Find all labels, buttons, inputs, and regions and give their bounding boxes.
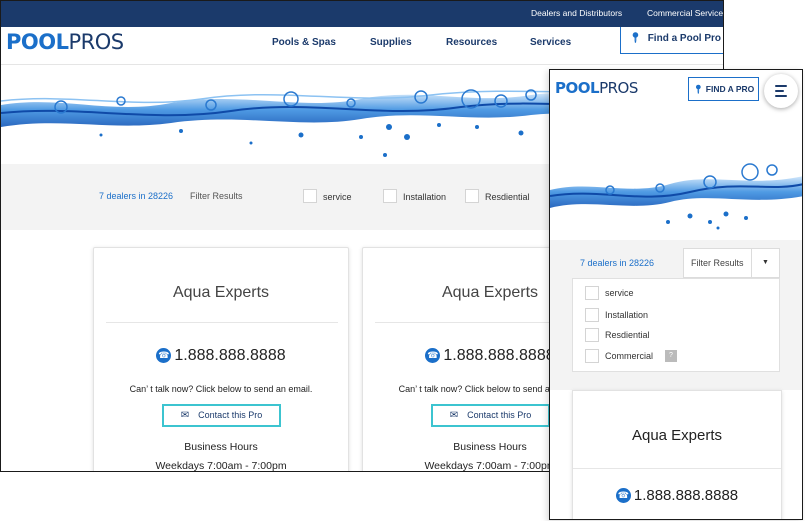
cant-talk-text: Can’ t talk now? Click below to send an …	[129, 384, 313, 394]
filter-commercial-label: Commercial	[605, 351, 654, 361]
nav-pools-spas[interactable]: Pools & Spas	[272, 37, 336, 48]
dealer-phone[interactable]: ☎︎ 1.888.888.8888	[94, 347, 348, 365]
card-divider	[573, 468, 781, 469]
contact-pro-label: Contact this Pro	[198, 410, 263, 420]
filter-results-dropdown[interactable]: Filter Results ▼	[683, 248, 780, 278]
filter-service-label: service	[323, 192, 352, 202]
filter-results-label: Filter Results	[190, 191, 243, 201]
dealers-distributors-link[interactable]: Dealers and Distributors	[531, 8, 622, 18]
main-navigation: POOLPROS Pools & Spas Supplies Resources…	[1, 27, 723, 65]
phone-icon: ☎︎	[615, 488, 631, 503]
filter-commercial-checkbox[interactable]	[585, 349, 599, 363]
contact-pro-label: Contact this Pro	[467, 410, 532, 420]
envelope-icon: ✉︎	[180, 410, 190, 421]
filter-results-label: Filter Results	[691, 258, 744, 268]
envelope-icon: ✉︎	[449, 410, 459, 421]
find-pool-pro-button[interactable]: 📍︎ Find a Pool Pro	[620, 27, 723, 54]
mobile-view: POOLPROS 📍︎ FIND A PRO 7 dealers in 2822…	[549, 69, 803, 520]
mobile-dealers-count: 7 dealers in 28226	[580, 258, 655, 268]
mobile-logo[interactable]: POOLPROS	[555, 79, 638, 97]
filter-residential-checkbox[interactable]	[585, 328, 599, 342]
map-pin-icon: 📍︎	[629, 33, 642, 44]
contact-pro-button[interactable]: ✉︎ Contact this Pro	[431, 404, 550, 427]
filter-service-checkbox[interactable]	[585, 286, 599, 300]
logo-pros: PROS	[68, 30, 124, 54]
mobile-dealer-card: Aqua Experts ☎︎ 1.888.888.8888	[572, 390, 782, 519]
dealer-phone-number: 1.888.888.8888	[443, 347, 555, 364]
dealer-phone-number: 1.888.888.8888	[174, 347, 286, 364]
filter-residential-label: Resdiential	[485, 192, 530, 202]
nav-services[interactable]: Services	[530, 37, 571, 48]
nav-resources[interactable]: Resources	[446, 37, 497, 48]
contact-pro-button[interactable]: ✉︎ Contact this Pro	[162, 404, 281, 427]
filter-service-label: service	[605, 288, 634, 298]
logo-pros: PROS	[599, 79, 638, 97]
logo[interactable]: POOLPROS	[6, 30, 124, 54]
dealer-card: Aqua Experts ☎︎ 1.888.888.8888 Can’ t tal…	[93, 247, 349, 472]
card-divider	[106, 322, 338, 323]
find-pool-pro-label: Find a Pool Pro	[647, 33, 722, 44]
filter-installation-label: Installation	[605, 310, 649, 320]
mobile-find-pro-label: FIND A PRO	[705, 84, 755, 94]
dealer-phone-number: 1.888.888.8888	[633, 487, 739, 504]
utility-bar: Dealers and Distributors Commercial Serv…	[1, 1, 723, 27]
hamburger-menu-icon[interactable]	[764, 74, 798, 108]
business-hours-weekdays: Weekdays 7:00am - 7:00pm	[155, 460, 287, 472]
filter-options-list: service Installation Resdiential Commerc…	[572, 278, 780, 372]
filter-residential-label: Resdiential	[605, 330, 650, 340]
commercial-service-link[interactable]: Commercial Service	[647, 8, 723, 18]
nav-supplies[interactable]: Supplies	[370, 37, 412, 48]
filter-residential-checkbox[interactable]	[465, 189, 479, 203]
help-badge[interactable]: ?	[665, 350, 677, 362]
mobile-header: POOLPROS 📍︎ FIND A PRO	[550, 70, 802, 112]
mobile-filter-panel: 7 dealers in 28226 Filter Results ▼ serv…	[550, 240, 802, 390]
mobile-find-pro-button[interactable]: 📍︎ FIND A PRO	[688, 77, 759, 101]
dealer-phone[interactable]: ☎︎ 1.888.888.8888	[573, 487, 781, 504]
logo-pool: POOL	[6, 30, 69, 54]
filter-installation-checkbox[interactable]	[585, 308, 599, 322]
map-pin-icon: 📍︎	[693, 84, 704, 94]
filter-installation-label: Installation	[403, 192, 447, 202]
dealers-count: 7 dealers in 28226	[99, 191, 174, 201]
caret-down-icon: ▼	[751, 249, 779, 277]
filter-installation-checkbox[interactable]	[383, 189, 397, 203]
water-wave-graphic	[550, 130, 802, 240]
phone-icon: ☎︎	[156, 348, 172, 363]
filter-service-checkbox[interactable]	[303, 189, 317, 203]
dealer-name: Aqua Experts	[631, 427, 723, 444]
phone-icon: ☎︎	[425, 348, 441, 363]
logo-pool: POOL	[555, 79, 600, 97]
business-hours-heading: Business Hours	[184, 441, 258, 453]
dealer-name: Aqua Experts	[172, 284, 270, 301]
